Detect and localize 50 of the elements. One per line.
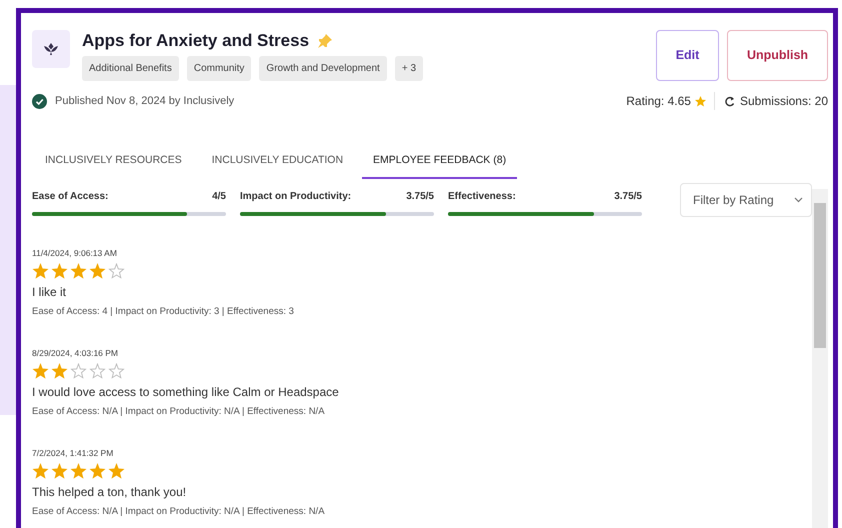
star-icon <box>32 362 49 378</box>
chevron-down-icon <box>794 196 803 203</box>
star-icon <box>89 462 106 478</box>
tab[interactable]: INCLUSIVELY RESOURCES <box>34 145 193 179</box>
metric-value: 3.75/5 <box>614 190 642 204</box>
rating-breakdown: Ease of Access: 4 | Impact on Productivity: 3 | Effectiveness: 3 <box>32 304 295 318</box>
metric-value: 3.75/5 <box>406 190 434 204</box>
tag: + 3 <box>394 56 424 81</box>
star-outline-icon <box>89 362 106 378</box>
filter-dropdown[interactable]: Filter by Rating <box>680 182 812 217</box>
star-icon <box>32 462 49 478</box>
scrollbar[interactable] <box>812 189 828 528</box>
review-text: I like it <box>32 284 68 300</box>
star-icon <box>89 262 106 278</box>
tab[interactable]: EMPLOYEE FEEDBACK (8) <box>362 145 518 179</box>
star-icon <box>51 462 68 478</box>
star-icon <box>694 96 706 106</box>
metric-label: Impact on Productivity: <box>240 190 352 204</box>
unpublish-button[interactable]: Unpublish <box>727 30 828 81</box>
star-icon <box>70 262 87 278</box>
review-text: This helped a ton, thank you! <box>32 484 188 500</box>
rating-text: Rating: 4.65 <box>626 93 691 110</box>
star-icon <box>51 362 68 378</box>
review-date: 8/29/2024, 4:03:16 PM <box>32 346 120 360</box>
leaf-icon <box>44 43 58 55</box>
edit-button[interactable]: Edit <box>656 30 719 81</box>
published-text: Published Nov 8, 2024 by Inclusively <box>55 94 234 109</box>
star-outline-icon <box>108 262 125 278</box>
star-outline-icon <box>70 362 87 378</box>
tag: Additional Benefits <box>82 56 179 81</box>
star-icon <box>32 262 49 278</box>
check-circle-icon <box>32 94 47 108</box>
star-icon <box>108 462 125 478</box>
submissions-text: Submissions: 20 <box>740 93 828 110</box>
rating-breakdown: Ease of Access: N/A | Impact on Productivity: N/A | Effectiveness: N/A <box>32 504 326 518</box>
page-title: Apps for Anxiety and Stress <box>82 30 310 52</box>
refresh-icon <box>724 96 735 106</box>
metric-label: Effectiveness: <box>448 190 516 204</box>
metric-value: 4/5 <box>212 190 226 204</box>
star-outline-icon <box>108 362 125 378</box>
tag: Community <box>186 56 252 81</box>
review-date: 7/2/2024, 1:41:32 PM <box>32 446 114 460</box>
tag: Growth and Development <box>259 56 387 81</box>
star-icon <box>51 262 68 278</box>
review-date: 11/4/2024, 9:06:13 AM <box>32 246 118 260</box>
tab[interactable]: INCLUSIVELY EDUCATION <box>200 145 354 179</box>
star-icon <box>70 462 87 478</box>
metric-label: Ease of Access: <box>32 190 108 204</box>
rating-breakdown: Ease of Access: N/A | Impact on Productivity: N/A | Effectiveness: N/A <box>32 404 326 418</box>
review-text: I would love access to something like Calm or Headspace <box>32 384 340 400</box>
